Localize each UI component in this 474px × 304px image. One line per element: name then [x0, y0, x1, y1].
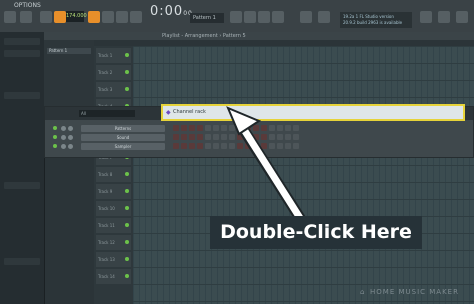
callout-label: Double-Click Here — [210, 216, 422, 249]
home-logo-icon: ⌂ — [360, 288, 365, 296]
watermark: HOME MUSIC MAKER — [370, 288, 459, 296]
pointer-arrow — [226, 106, 306, 224]
